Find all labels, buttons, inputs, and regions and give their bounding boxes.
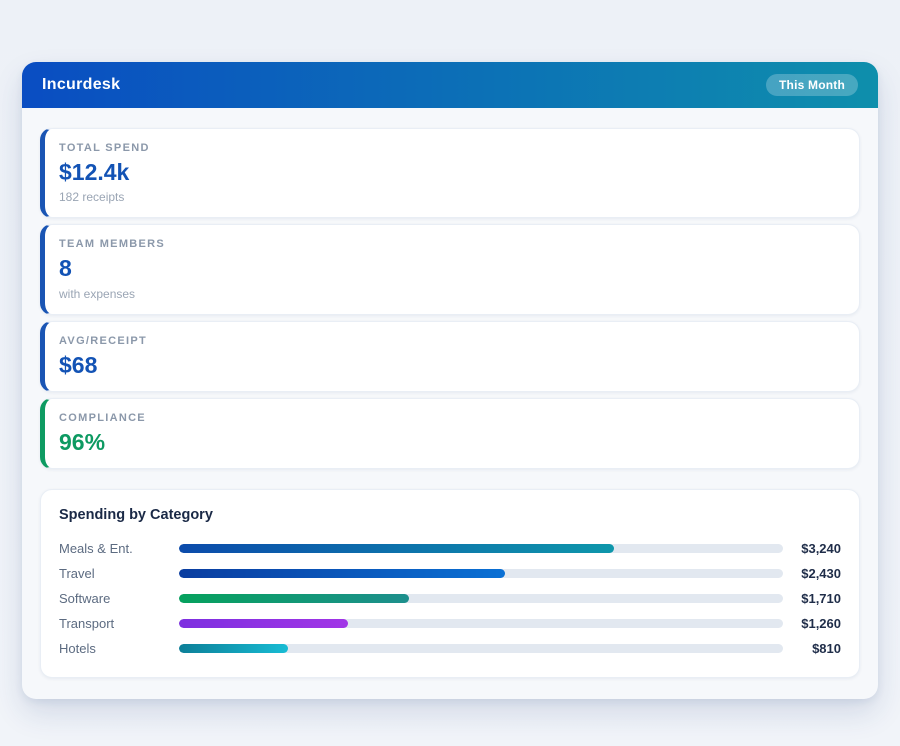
stat-label: TEAM MEMBERS	[59, 238, 841, 250]
category-amount: $1,260	[783, 616, 841, 631]
category-label: Hotels	[59, 641, 179, 656]
bar-fill	[179, 619, 348, 628]
bar-track	[179, 544, 783, 553]
stat-label: COMPLIANCE	[59, 412, 841, 424]
bar-track	[179, 644, 783, 653]
stat-value: $68	[59, 353, 841, 378]
stat-value: 96%	[59, 430, 841, 455]
stat-value: 8	[59, 256, 841, 281]
stat-card-compliance: COMPLIANCE 96%	[40, 398, 860, 469]
category-amount: $810	[783, 641, 841, 656]
stat-subtext: 182 receipts	[59, 190, 841, 204]
bar-fill	[179, 644, 288, 653]
category-amount: $2,430	[783, 566, 841, 581]
chart-title: Spending by Category	[59, 507, 841, 523]
card-header: Incurdesk This Month	[22, 62, 878, 108]
stat-card-total-spend: TOTAL SPEND $12.4k 182 receipts	[40, 128, 860, 218]
bar-track	[179, 619, 783, 628]
stat-label: AVG/RECEIPT	[59, 335, 841, 347]
category-label: Meals & Ent.	[59, 541, 179, 556]
bar-track	[179, 569, 783, 578]
bar-fill	[179, 569, 505, 578]
category-amount: $3,240	[783, 541, 841, 556]
category-label: Software	[59, 591, 179, 606]
bar-fill	[179, 594, 409, 603]
page-background: { "header": { "title": "Incurdesk", "bad…	[0, 0, 900, 746]
card-body: TOTAL SPEND $12.4k 182 receipts TEAM MEM…	[22, 108, 878, 699]
category-row-hotels: Hotels $810	[59, 636, 841, 661]
stat-card-avg-receipt: AVG/RECEIPT $68	[40, 321, 860, 392]
category-label: Travel	[59, 566, 179, 581]
category-label: Transport	[59, 616, 179, 631]
stat-value: $12.4k	[59, 160, 841, 185]
category-amount: $1,710	[783, 591, 841, 606]
category-row-meals: Meals & Ent. $3,240	[59, 536, 841, 561]
category-row-travel: Travel $2,430	[59, 561, 841, 586]
incurdesk-dashboard-card: Incurdesk This Month TOTAL SPEND $12.4k …	[22, 62, 878, 699]
stat-label: TOTAL SPEND	[59, 142, 841, 154]
category-row-software: Software $1,710	[59, 586, 841, 611]
category-row-transport: Transport $1,260	[59, 611, 841, 636]
this-month-badge[interactable]: This Month	[766, 74, 858, 96]
app-title: Incurdesk	[42, 76, 120, 94]
bar-fill	[179, 544, 614, 553]
spending-by-category-card: Spending by Category Meals & Ent. $3,240…	[40, 489, 860, 678]
stat-card-team-members: TEAM MEMBERS 8 with expenses	[40, 224, 860, 314]
bar-track	[179, 594, 783, 603]
stat-subtext: with expenses	[59, 287, 841, 301]
